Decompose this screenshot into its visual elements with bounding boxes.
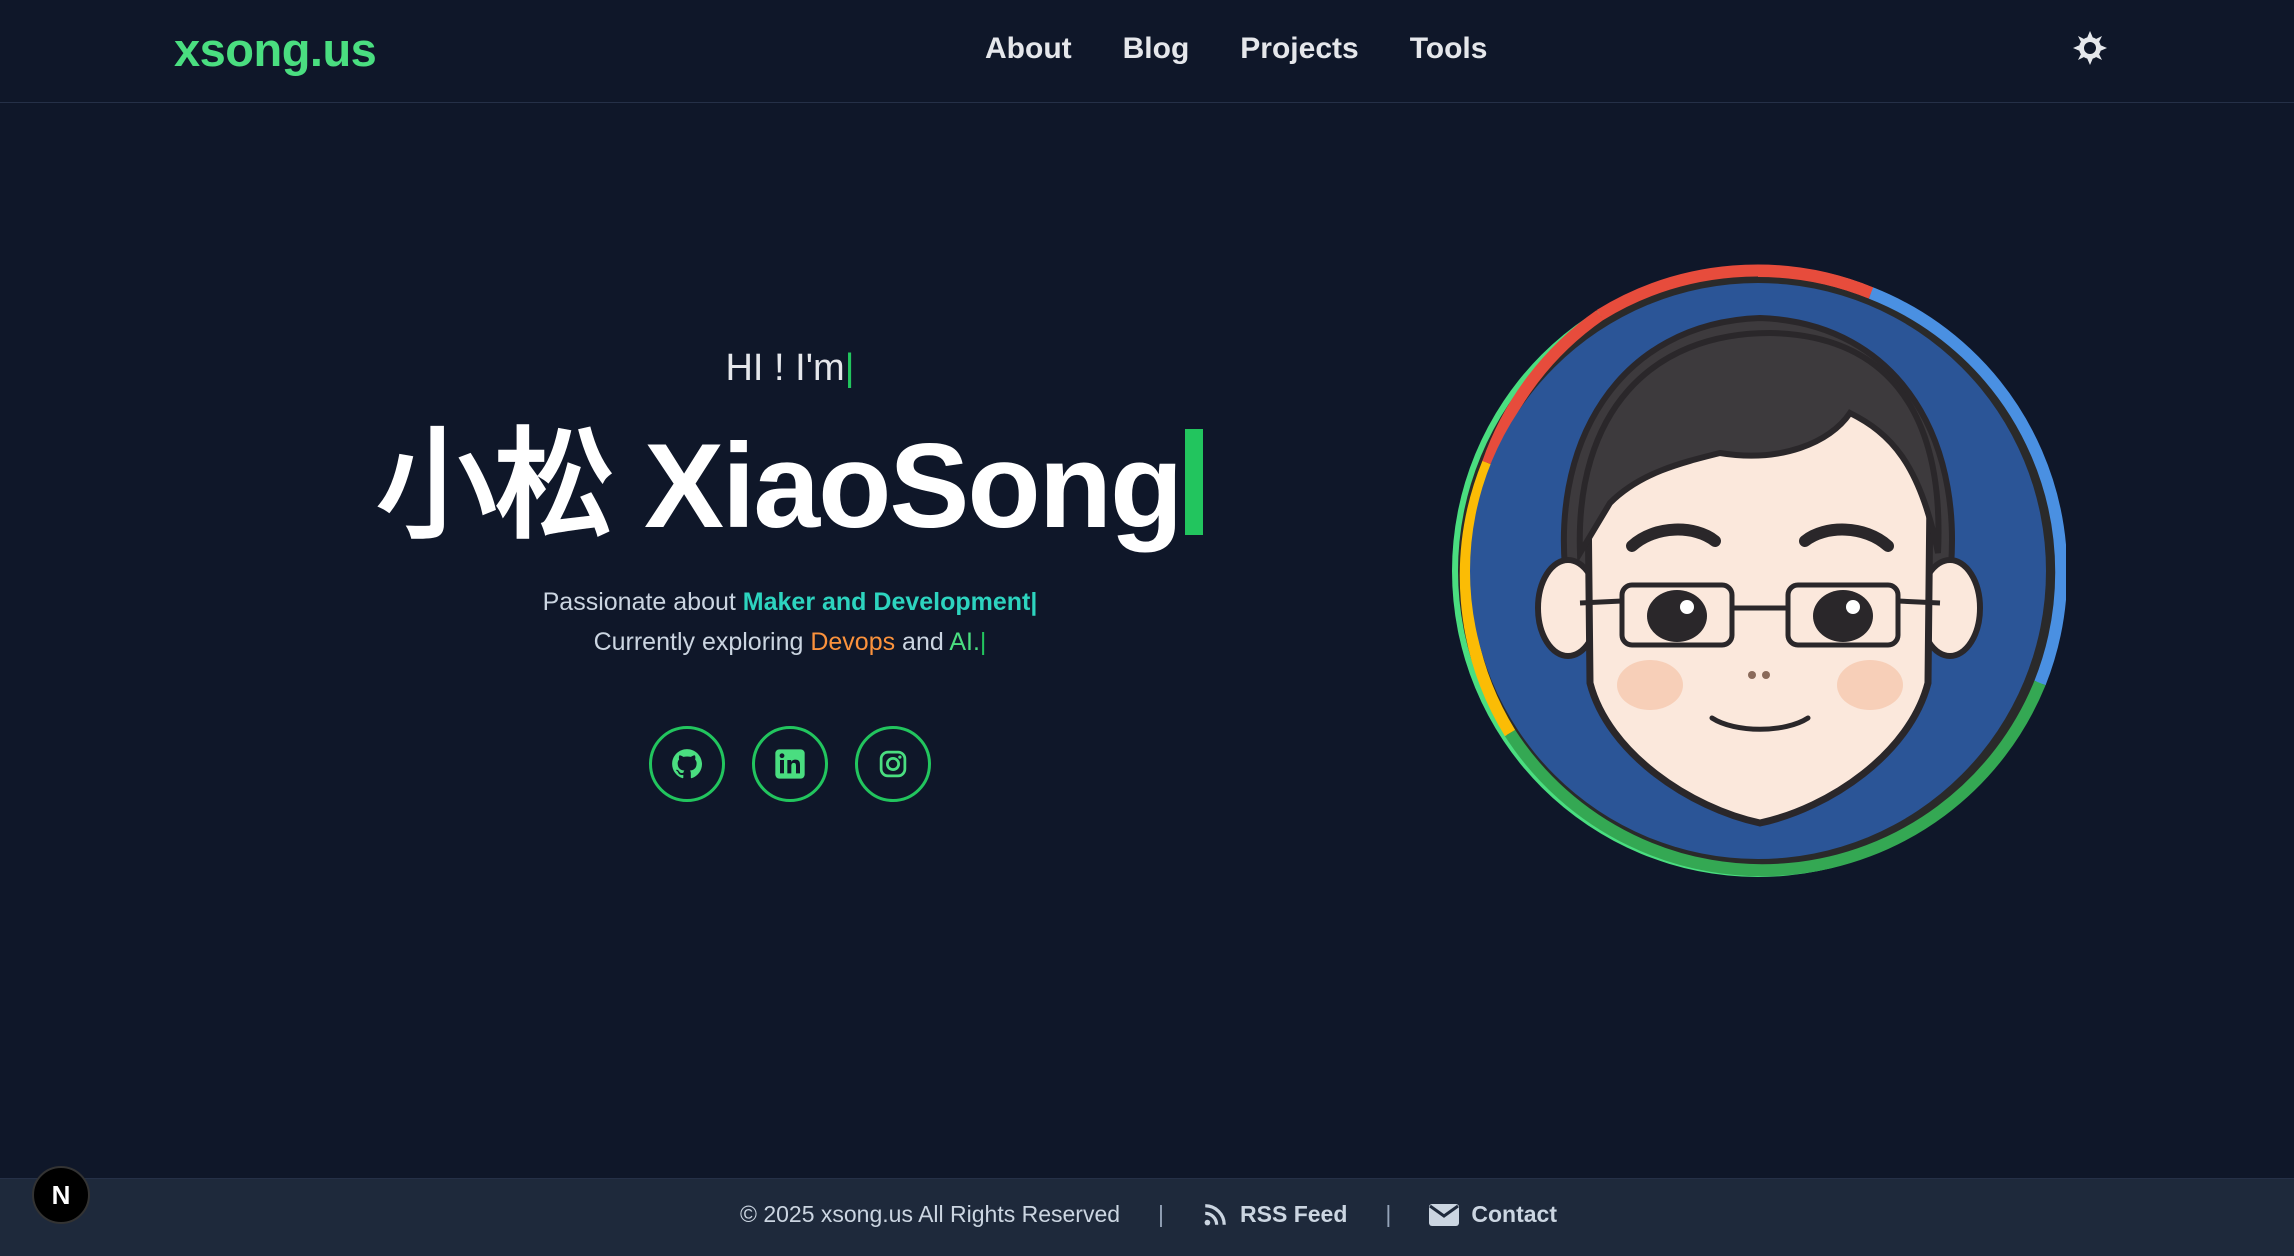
tagline-1-cursor: |	[1030, 588, 1038, 616]
site-footer: © 2025 xsong.us All Rights Reserved | RS…	[0, 1178, 2294, 1256]
typing-cursor: |	[844, 347, 855, 389]
social-links	[300, 726, 1280, 802]
rss-link[interactable]: RSS Feed	[1202, 1201, 1347, 1228]
nextjs-badge-label: N	[51, 1179, 71, 1210]
nav-blog[interactable]: Blog	[1123, 32, 1190, 66]
linkedin-button[interactable]	[752, 726, 828, 802]
nextjs-dev-badge[interactable]: N	[32, 1166, 90, 1224]
github-icon	[672, 749, 703, 779]
sun-icon	[2073, 31, 2107, 65]
tagline-line-2: Currently exploring Devops and AI.|	[300, 622, 1280, 662]
nav-about[interactable]: About	[985, 32, 1072, 66]
hero-intro: HI ! I'm| 小松 XiaoSong Passionate about M…	[300, 330, 1280, 802]
page: xsong.us About Blog Projects Tools HI ! …	[0, 0, 2294, 1256]
site-logo[interactable]: xsong.us	[174, 22, 377, 77]
footer-separator-2: |	[1385, 1201, 1392, 1227]
site-header: xsong.us About Blog Projects Tools	[0, 0, 2294, 103]
copyright-text: © 2025 xsong.us All Rights Reserved	[740, 1201, 1121, 1227]
footer-content: © 2025 xsong.us All Rights Reserved | RS…	[740, 1201, 1557, 1228]
greeting-line: HI ! I'm|	[300, 330, 1280, 406]
rss-icon	[1204, 1203, 1226, 1225]
tagline-2-mid: and	[895, 628, 950, 656]
rss-label: RSS Feed	[1240, 1201, 1348, 1227]
avatar-illustration	[1452, 264, 2068, 877]
contact-label: Contact	[1471, 1201, 1558, 1227]
theme-toggle-button[interactable]	[2070, 28, 2110, 68]
nav-tools[interactable]: Tools	[1410, 32, 1488, 66]
footer-separator: |	[1158, 1201, 1165, 1227]
main-nav: About Blog Projects Tools	[985, 32, 1487, 66]
hero-tagline: Passionate about Maker and Development| …	[300, 582, 1280, 662]
profile-avatar	[1450, 263, 2068, 879]
tagline-2-ai: AI.	[949, 628, 980, 656]
tagline-2-cursor: |	[979, 628, 987, 656]
nav-projects[interactable]: Projects	[1240, 32, 1358, 66]
tagline-2-prefix: Currently exploring	[593, 628, 811, 656]
instagram-icon	[879, 750, 907, 778]
contact-link[interactable]: Contact	[1429, 1201, 1557, 1228]
greeting-text: HI ! I'm	[725, 347, 845, 389]
tagline-line-1: Passionate about Maker and Development|	[300, 582, 1280, 622]
linkedin-icon	[775, 749, 805, 779]
instagram-button[interactable]	[855, 726, 931, 802]
tagline-1-highlight: Maker and Development	[742, 588, 1031, 616]
hero-name-text: 小松 XiaoSong	[376, 419, 1184, 553]
tagline-2-devops: Devops	[810, 628, 896, 656]
name-caret	[1185, 429, 1204, 535]
mail-icon	[1429, 1203, 1460, 1226]
github-button[interactable]	[649, 726, 725, 802]
tagline-1-prefix: Passionate about	[542, 588, 743, 616]
hero-name: 小松 XiaoSong	[300, 416, 1280, 556]
